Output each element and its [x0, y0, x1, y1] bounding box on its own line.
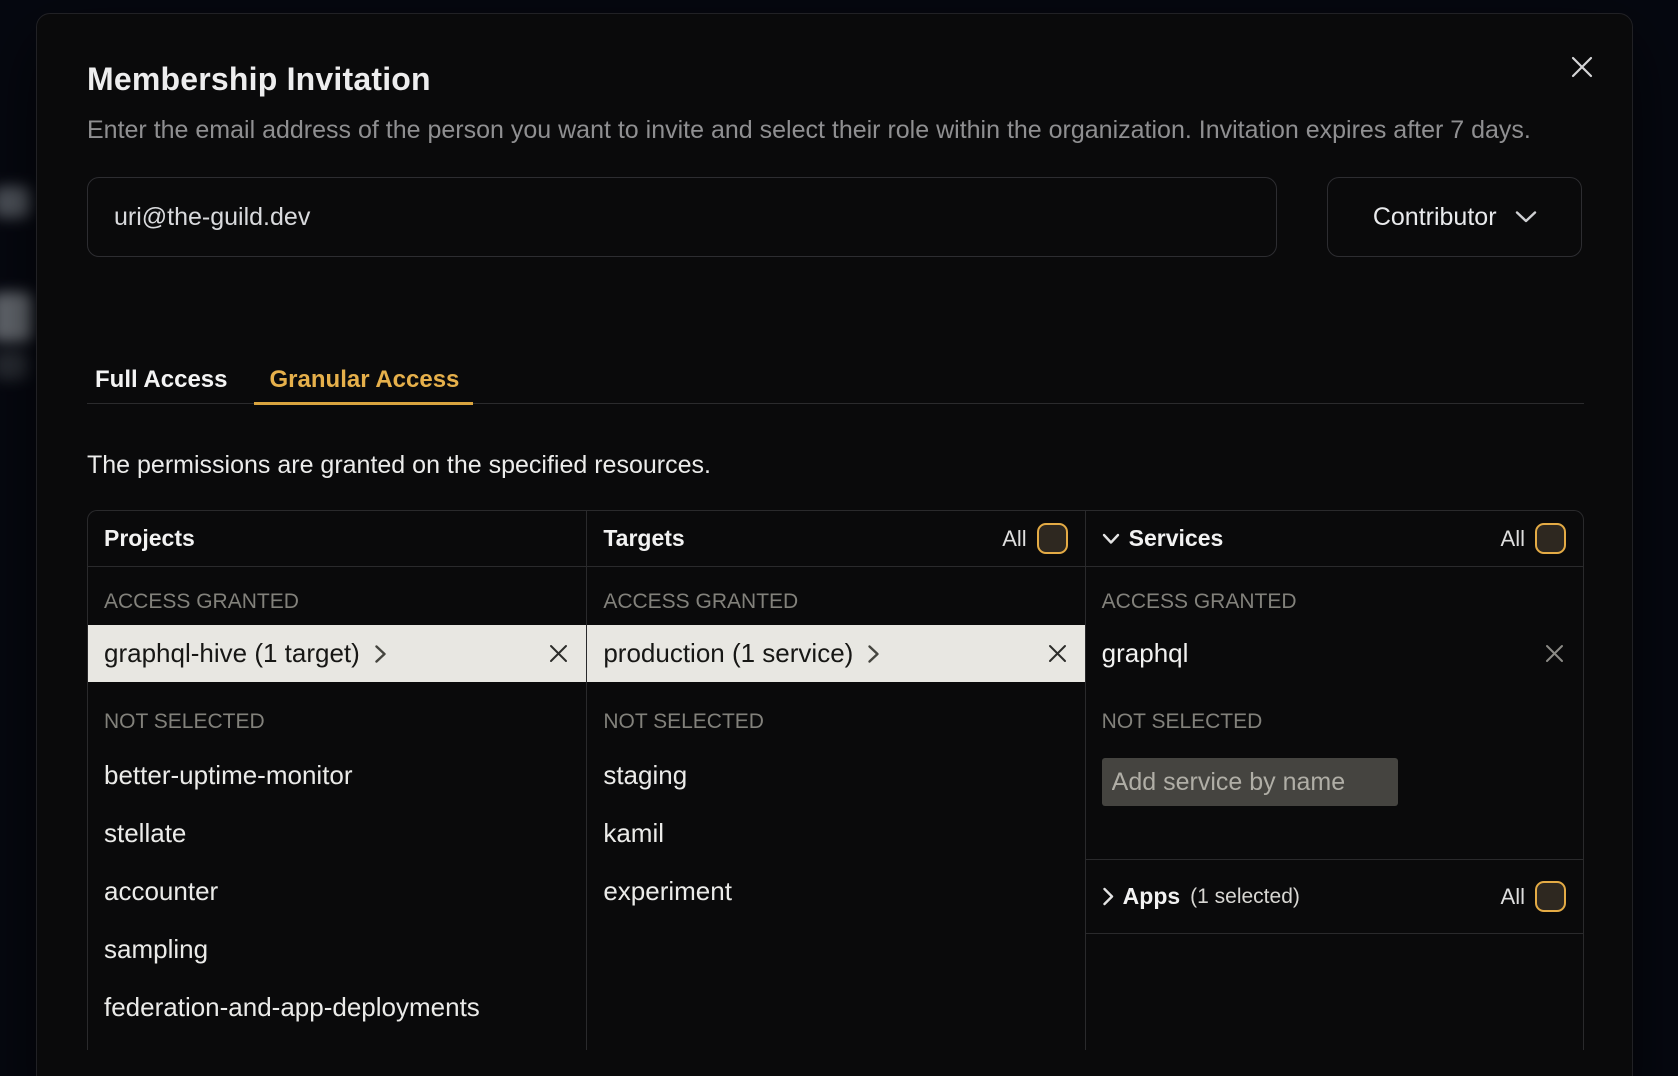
chevron-down-icon[interactable] [1102, 533, 1120, 545]
projects-not-selected-label: NOT SELECTED [104, 712, 570, 732]
resources-table: Projects ACCESS GRANTED graphql-hive (1 … [87, 510, 1584, 1050]
close-icon [549, 644, 568, 663]
targets-column-header: Targets All [587, 511, 1084, 567]
backdrop-blur-fragment [0, 186, 30, 218]
apps-row[interactable]: Apps (1 selected) All [1086, 860, 1583, 934]
project-item[interactable]: better-uptime-monitor [88, 746, 586, 804]
targets-not-selected-label: NOT SELECTED [603, 712, 1068, 732]
services-column-body: ACCESS GRANTED graphql NOT SELECTED [1086, 592, 1583, 934]
role-select[interactable]: Contributor [1327, 177, 1582, 257]
add-service-input[interactable] [1102, 758, 1398, 806]
granted-service-label: graphql [1102, 638, 1189, 669]
close-icon [1545, 644, 1564, 663]
target-item[interactable]: staging [587, 746, 1084, 804]
tab-granular-access[interactable]: Granular Access [254, 365, 474, 405]
backdrop-blur-fragment [0, 292, 32, 342]
services-column-header: Services All [1086, 511, 1583, 567]
chevron-right-icon [1102, 887, 1114, 906]
role-selected-value: Contributor [1373, 203, 1497, 232]
apps-label: Apps [1123, 883, 1181, 910]
services-section: ACCESS GRANTED graphql NOT SELECTED [1086, 592, 1583, 860]
granted-service-row: graphql [1086, 625, 1583, 682]
remove-target-button[interactable] [1048, 644, 1067, 663]
services-all-label: All [1501, 526, 1525, 552]
services-not-selected-label: NOT SELECTED [1102, 712, 1567, 732]
apps-count: (1 selected) [1190, 885, 1300, 909]
projects-column-body: ACCESS GRANTED graphql-hive (1 target) N… [88, 592, 586, 1036]
dialog-title: Membership Invitation [87, 60, 1582, 98]
targets-column-body: ACCESS GRANTED production (1 service) NO… [587, 592, 1084, 920]
apps-all-label: All [1501, 884, 1525, 910]
remove-service-button[interactable] [1545, 644, 1564, 663]
project-item[interactable]: accounter [88, 862, 586, 920]
targets-all-checkbox[interactable] [1037, 523, 1068, 554]
targets-all-label: All [1002, 526, 1026, 552]
access-tabs: Full Access Granular Access [87, 365, 1584, 404]
chevron-down-icon [1515, 210, 1537, 224]
selected-target-row[interactable]: production (1 service) [587, 625, 1084, 682]
membership-invitation-dialog: Membership Invitation Enter the email ad… [36, 13, 1633, 1076]
permissions-note: The permissions are granted on the speci… [87, 451, 1582, 480]
projects-header-label: Projects [104, 525, 195, 552]
close-icon [1570, 55, 1594, 79]
services-all-group: All [1501, 523, 1566, 554]
services-all-checkbox[interactable] [1535, 523, 1566, 554]
services-column: Services All ACCESS GRANTED graphql [1085, 511, 1583, 1050]
chevron-right-icon [374, 644, 387, 664]
targets-access-granted-label: ACCESS GRANTED [603, 592, 1068, 612]
projects-column: Projects ACCESS GRANTED graphql-hive (1 … [88, 511, 586, 1050]
targets-column: Targets All ACCESS GRANTED production (1… [586, 511, 1084, 1050]
targets-all-group: All [1002, 523, 1067, 554]
services-access-granted-label: ACCESS GRANTED [1102, 592, 1567, 612]
project-item[interactable]: sampling [88, 920, 586, 978]
target-item[interactable]: experiment [587, 862, 1084, 920]
targets-header-label: Targets [603, 525, 684, 552]
projects-unselected-list: better-uptime-monitor stellate accounter… [88, 746, 586, 1036]
project-item[interactable]: stellate [88, 804, 586, 862]
close-icon [1048, 644, 1067, 663]
backdrop-blur-fragment [0, 350, 28, 380]
projects-access-granted-label: ACCESS GRANTED [104, 592, 570, 612]
email-input[interactable] [87, 177, 1277, 257]
dialog-description: Enter the email address of the person yo… [87, 110, 1584, 150]
apps-all-group: All [1501, 881, 1566, 912]
projects-column-header: Projects [88, 511, 586, 567]
close-button[interactable] [1568, 53, 1596, 81]
tab-full-access[interactable]: Full Access [87, 365, 240, 405]
services-header-label: Services [1129, 525, 1224, 552]
selected-project-row[interactable]: graphql-hive (1 target) [88, 625, 586, 682]
targets-unselected-list: staging kamil experiment [587, 746, 1084, 920]
selected-target-label: production (1 service) [603, 638, 853, 669]
invite-row: Contributor [87, 177, 1582, 257]
apps-all-checkbox[interactable] [1535, 881, 1566, 912]
chevron-right-icon [867, 644, 880, 664]
selected-project-label: graphql-hive (1 target) [104, 638, 360, 669]
target-item[interactable]: kamil [587, 804, 1084, 862]
project-item[interactable]: federation-and-app-deployments [88, 978, 586, 1036]
remove-project-button[interactable] [549, 644, 568, 663]
